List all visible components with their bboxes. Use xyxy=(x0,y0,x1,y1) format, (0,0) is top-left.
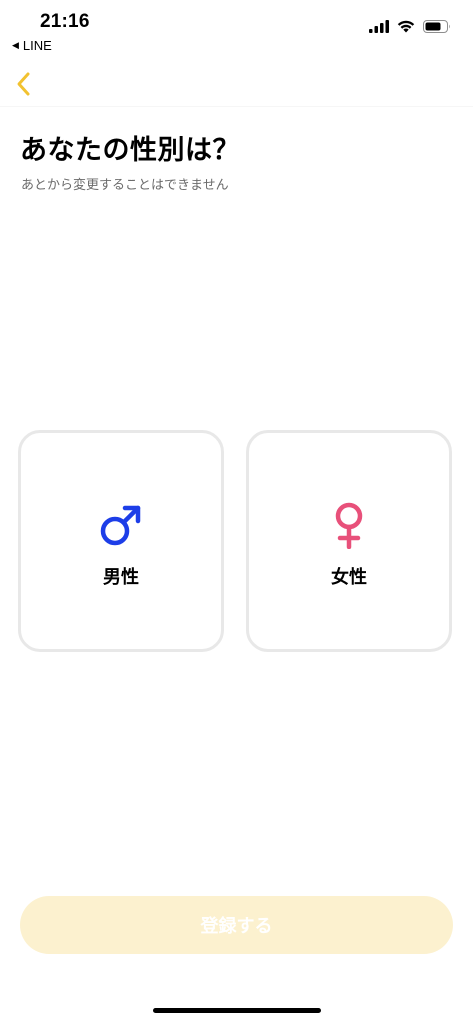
register-button[interactable]: 登録する xyxy=(20,896,453,954)
status-icons xyxy=(369,20,451,33)
page-subtitle: あとから変更することはできません xyxy=(21,178,229,193)
back-triangle-icon: ◀ xyxy=(12,40,19,50)
home-indicator xyxy=(153,1008,321,1013)
page-title: あなたの性別は？ xyxy=(20,135,240,166)
cellular-signal-icon xyxy=(369,20,389,33)
male-symbol-icon xyxy=(100,505,141,546)
status-bar: 21:16 ◀ LINE xyxy=(0,0,473,60)
status-time: 21:16 xyxy=(40,11,90,32)
gender-option-female[interactable]: 女性 xyxy=(246,430,452,652)
female-symbol-icon xyxy=(335,502,363,549)
navigation-bar xyxy=(0,62,473,107)
return-to-app-link[interactable]: ◀ LINE xyxy=(12,38,52,53)
gender-option-label: 男性 xyxy=(103,567,139,588)
chevron-left-icon xyxy=(17,72,30,96)
back-button[interactable] xyxy=(6,66,42,102)
wifi-icon xyxy=(397,20,415,33)
gender-option-label: 女性 xyxy=(331,567,367,588)
gender-option-male[interactable]: 男性 xyxy=(18,430,224,652)
return-app-name: LINE xyxy=(22,38,52,53)
battery-icon xyxy=(423,20,450,33)
